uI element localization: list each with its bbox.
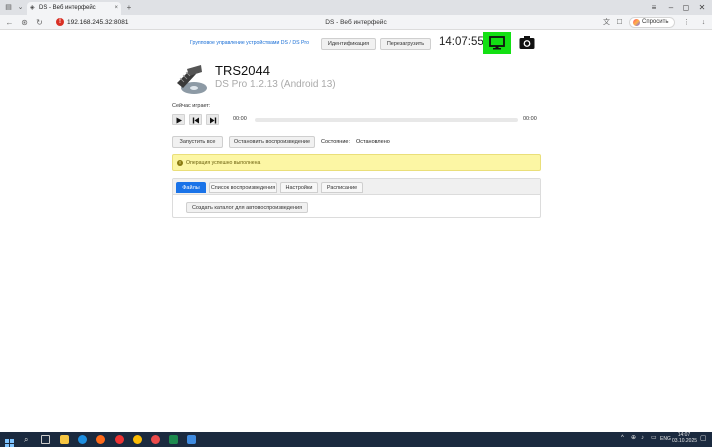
firefox-icon[interactable] [96,435,105,444]
network-icon[interactable]: ⊕ [631,435,636,442]
bookmark-icon[interactable]: ☐ [614,17,625,28]
play-icon [176,117,182,123]
stop-playback-button[interactable]: Остановить воспроизведение [229,136,315,148]
start-all-button[interactable]: Запустить все [172,136,223,148]
group-management-link[interactable]: Групповое управление устройствами DS / D… [190,40,309,46]
screenshot-button[interactable] [519,35,535,55]
current-time: 00:00 [233,116,247,122]
maximize-button[interactable]: ◻ [679,2,693,13]
not-secure-icon[interactable]: ! [56,18,64,26]
ai-assistant-icon [633,19,640,26]
tab-settings[interactable]: Настройки [280,182,318,193]
volume-icon[interactable]: ♪ [641,435,644,442]
task-view-icon[interactable] [41,435,50,444]
total-time: 00:00 [523,116,537,122]
url-field[interactable]: 192.168.245.32:8081 [67,17,128,28]
create-autoplay-folder-button[interactable]: Создать каталог для автовоспроизведения [186,202,308,213]
identify-button[interactable]: Идентификация [321,38,376,50]
next-button[interactable] [206,114,219,125]
skip-next-icon [210,117,217,123]
monitor-icon [489,36,505,50]
edge-browser-icon[interactable] [78,435,87,444]
browser-tab-title: DS - Веб интерфейс [39,5,96,11]
file-explorer-icon[interactable] [60,435,69,444]
account-icon[interactable]: ⊛ [19,17,30,28]
more-options-icon[interactable]: ⋮ [681,17,692,28]
taskbar-clock[interactable]: 14:07 03.10.2025 [672,432,698,444]
tab-list-icon[interactable]: ⌄ [15,2,26,13]
info-icon: ! [177,160,183,166]
tab-playlist[interactable]: Список воспроизведения [209,182,277,193]
close-window-button[interactable]: ✕ [695,2,709,13]
reload-icon[interactable]: ↻ [34,17,45,28]
tab-schedule[interactable]: Расписание [321,182,363,193]
back-icon[interactable]: ← [4,17,15,28]
windows-start-icon[interactable] [5,435,14,447]
translate-icon[interactable]: 文 [601,17,612,28]
ask-ai-label: Спросить [642,19,669,25]
new-tab-button[interactable]: + [124,3,134,13]
battery-icon[interactable]: ▭ [651,435,657,442]
tab-bar: Файлы Список воспроизведения Настройки Р… [173,179,540,195]
tray-chevron-icon[interactable]: ^ [621,435,624,442]
search-icon[interactable]: ⌕ [24,435,33,444]
tab-close-icon[interactable]: × [114,2,118,15]
yandex-browser-icon[interactable] [151,435,160,444]
screen-view-button[interactable] [483,32,511,54]
site-favicon-icon: ◈ [30,5,35,11]
state-label: Состояние: [321,139,350,145]
device-version: DS Pro 1.2.13 (Android 13) [215,79,336,90]
alert-text: Операция успешно выполнена [186,160,261,166]
excel-icon[interactable] [169,435,178,444]
play-button[interactable] [172,114,185,125]
state-value: Остановлено [356,139,390,145]
browser-tab-strip: ▤ ⌄ ◈ DS - Веб интерфейс × + ≡ – ◻ ✕ [0,0,712,15]
taskbar: ⌕ ^ ⊕ ♪ ▭ ENG 14:07 03.10.2025 ▢ [0,432,712,447]
sidebar-toggle-icon[interactable]: ▤ [3,2,14,13]
device-clock: 14:07:55 [439,36,484,48]
now-playing-label: Сейчас играет: [172,103,211,109]
download-icon[interactable]: ↓ [698,17,709,28]
device-name: TRS2044 [215,63,270,78]
skip-previous-icon [192,117,199,123]
browser-tab[interactable]: ◈ DS - Веб интерфейс × [27,2,121,15]
device-logo [174,63,210,97]
address-bar: ← ⊛ ↻ ! 192.168.245.32:8081 DS - Веб инт… [0,15,712,30]
minimize-button[interactable]: – [664,2,678,13]
tab-files[interactable]: Файлы [176,182,206,193]
content-panel: Файлы Список воспроизведения Настройки Р… [172,178,541,218]
notifications-icon[interactable]: ▢ [700,435,707,441]
camera-icon [519,36,535,49]
playback-progress-bar[interactable] [255,118,518,122]
taskbar-date: 03.10.2025 [672,437,698,444]
app-icon[interactable] [187,435,196,444]
ask-ai-button[interactable]: Спросить [629,17,675,28]
previous-button[interactable] [189,114,202,125]
opera-icon[interactable] [115,435,124,444]
browser-menu-icon[interactable]: ≡ [647,2,661,13]
chrome-icon[interactable] [133,435,142,444]
language-indicator[interactable]: ENG [660,436,671,443]
success-alert: ! Операция успешно выполнена [172,154,541,171]
reboot-button[interactable]: Перезагрузить [380,38,431,50]
